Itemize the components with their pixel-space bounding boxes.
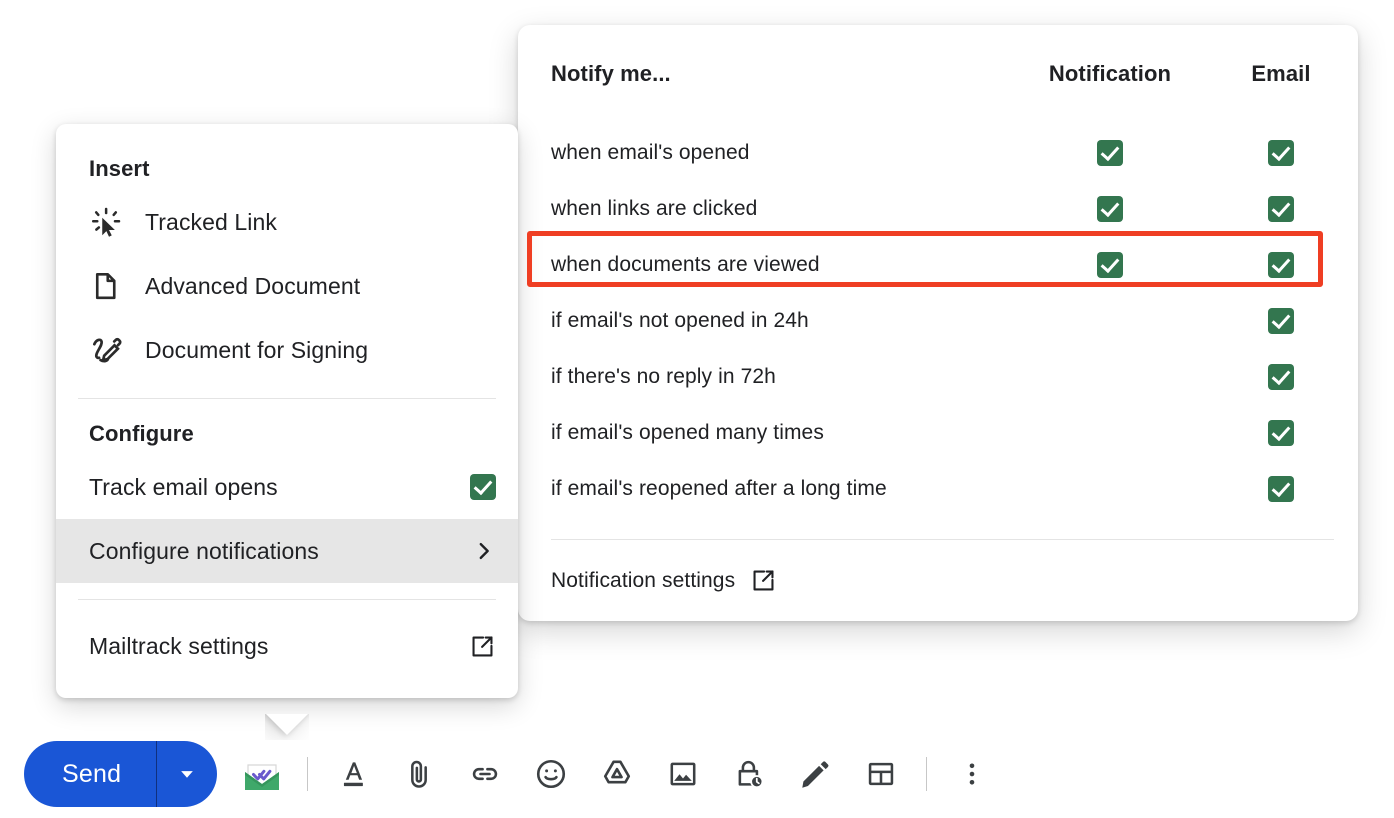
menu-divider-2 bbox=[78, 599, 496, 600]
external-link-icon bbox=[468, 629, 496, 663]
menu-item-label: Advanced Document bbox=[145, 272, 361, 299]
menu-item-mailtrack-settings[interactable]: Mailtrack settings bbox=[56, 614, 518, 678]
notification-checkbox[interactable] bbox=[1097, 252, 1123, 278]
row-notification-cell bbox=[1016, 293, 1204, 349]
row-email-cell bbox=[1204, 181, 1358, 237]
row-notification-cell bbox=[1016, 237, 1204, 293]
confidential-mode-icon[interactable] bbox=[726, 751, 772, 797]
insert-emoji-icon[interactable] bbox=[528, 751, 574, 797]
row-email-cell bbox=[1204, 293, 1358, 349]
send-button[interactable]: Send bbox=[24, 741, 156, 807]
external-link-icon bbox=[751, 568, 776, 593]
document-page-icon bbox=[89, 269, 123, 303]
notification-settings-link[interactable]: Notification settings bbox=[518, 540, 1358, 593]
row-notification-cell bbox=[1016, 125, 1204, 181]
email-checkbox[interactable] bbox=[1268, 420, 1294, 446]
chevron-right-icon bbox=[472, 534, 496, 568]
row-label: when links are clicked bbox=[551, 197, 758, 220]
menu-divider-1 bbox=[78, 398, 496, 399]
toolbar-separator-2 bbox=[926, 757, 928, 791]
notification-checkbox[interactable] bbox=[1097, 140, 1123, 166]
email-checkbox[interactable] bbox=[1268, 196, 1294, 222]
notifications-table: Notify me... Notification Email when ema… bbox=[518, 61, 1358, 517]
menu-item-label: Tracked Link bbox=[145, 208, 278, 235]
email-checkbox[interactable] bbox=[1268, 308, 1294, 334]
row-label: if email's reopened after a long time bbox=[551, 477, 887, 500]
table-row[interactable]: if there's no reply in 72h bbox=[518, 349, 1358, 405]
insert-photo-icon[interactable] bbox=[660, 751, 706, 797]
row-notification-cell bbox=[1016, 405, 1204, 461]
insert-section-title: Insert bbox=[89, 156, 150, 181]
row-notification-cell bbox=[1016, 181, 1204, 237]
insert-template-icon[interactable] bbox=[858, 751, 904, 797]
table-row[interactable]: if email's reopened after a long time bbox=[518, 461, 1358, 517]
row-label: when email's opened bbox=[551, 141, 750, 164]
email-checkbox[interactable] bbox=[1268, 140, 1294, 166]
table-header-row: Notify me... Notification Email bbox=[518, 61, 1358, 125]
column-header-email: Email bbox=[1251, 61, 1311, 86]
table-row[interactable]: if email's opened many times bbox=[518, 405, 1358, 461]
mailtrack-envelope-icon[interactable] bbox=[239, 751, 285, 797]
notification-checkbox[interactable] bbox=[1097, 196, 1123, 222]
menu-item-label: Configure notifications bbox=[89, 537, 319, 564]
table-row-highlighted[interactable]: when documents are viewed bbox=[518, 237, 1358, 293]
send-options-dropdown[interactable] bbox=[157, 741, 217, 807]
email-checkbox[interactable] bbox=[1268, 364, 1294, 390]
menu-item-track-email-opens[interactable]: Track email opens bbox=[56, 455, 518, 519]
google-drive-icon[interactable] bbox=[594, 751, 640, 797]
track-email-opens-checkbox[interactable] bbox=[470, 474, 496, 500]
row-label: if email's not opened in 24h bbox=[551, 309, 809, 332]
configure-notifications-panel: Notify me... Notification Email when ema… bbox=[518, 25, 1358, 621]
menu-item-label: Mailtrack settings bbox=[89, 632, 269, 659]
menu-item-label: Track email opens bbox=[89, 473, 278, 500]
email-checkbox[interactable] bbox=[1268, 476, 1294, 502]
email-checkbox[interactable] bbox=[1268, 252, 1294, 278]
compose-toolbar: Send bbox=[0, 730, 1394, 818]
chevron-down-icon bbox=[181, 771, 194, 778]
table-row[interactable]: when links are clicked bbox=[518, 181, 1358, 237]
column-header-notify-me: Notify me... bbox=[551, 61, 671, 86]
toolbar-separator-1 bbox=[307, 757, 309, 791]
menu-item-tracked-link[interactable]: Tracked Link bbox=[56, 190, 518, 254]
signature-pen-icon bbox=[89, 333, 123, 367]
row-email-cell bbox=[1204, 349, 1358, 405]
row-email-cell bbox=[1204, 237, 1358, 293]
mailtrack-insert-menu: Insert Tracked Link Advanced Document Do… bbox=[56, 124, 518, 698]
table-row[interactable]: if email's not opened in 24h bbox=[518, 293, 1358, 349]
menu-item-advanced-document[interactable]: Advanced Document bbox=[56, 254, 518, 318]
row-email-cell bbox=[1204, 125, 1358, 181]
signature-pen-icon[interactable] bbox=[792, 751, 838, 797]
row-email-cell bbox=[1204, 461, 1358, 517]
row-label: if email's opened many times bbox=[551, 421, 824, 444]
row-label: if there's no reply in 72h bbox=[551, 365, 776, 388]
menu-item-label: Document for Signing bbox=[145, 336, 369, 363]
row-notification-cell bbox=[1016, 461, 1204, 517]
attach-file-icon[interactable] bbox=[396, 751, 442, 797]
format-text-icon[interactable] bbox=[330, 751, 376, 797]
column-header-notification: Notification bbox=[1048, 61, 1172, 86]
menu-item-document-for-signing[interactable]: Document for Signing bbox=[56, 318, 518, 382]
row-label: when documents are viewed bbox=[551, 253, 820, 276]
configure-section-title: Configure bbox=[89, 421, 194, 446]
row-email-cell bbox=[1204, 405, 1358, 461]
table-row[interactable]: when email's opened bbox=[518, 125, 1358, 181]
notification-settings-label: Notification settings bbox=[551, 568, 736, 592]
more-options-icon[interactable] bbox=[949, 751, 995, 797]
tracked-link-cursor-icon bbox=[89, 205, 123, 239]
row-notification-cell bbox=[1016, 349, 1204, 405]
insert-link-icon[interactable] bbox=[462, 751, 508, 797]
menu-item-configure-notifications[interactable]: Configure notifications bbox=[56, 519, 518, 583]
send-button-group[interactable]: Send bbox=[24, 741, 218, 807]
